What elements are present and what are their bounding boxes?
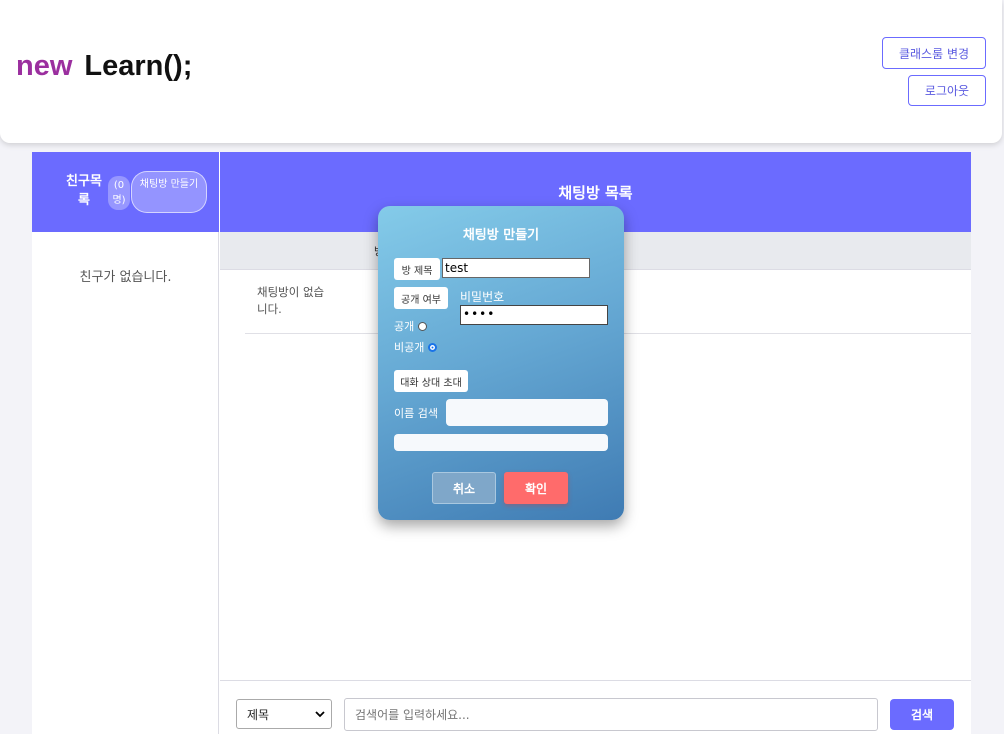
room-title-input[interactable]: test (442, 258, 590, 278)
no-friends-message: 친구가 없습니다. (79, 270, 172, 285)
top-header: new Learn(); 클래스룸 변경 로그아웃 (0, 0, 1002, 143)
no-rooms-message: 채팅방이 없습니다. (257, 285, 325, 316)
room-title-label: 방 제목 (394, 258, 440, 280)
private-option-label: 비공개 (394, 341, 425, 354)
public-option-label: 공개 (394, 320, 415, 333)
public-setting-label: 공개 여부 (394, 287, 448, 309)
private-radio[interactable] (428, 342, 438, 352)
logo-text: Learn(); (84, 50, 193, 82)
friends-header: 친구목록 (0명) 채팅방 만들기 (32, 152, 219, 232)
cancel-button[interactable]: 취소 (432, 472, 496, 504)
confirm-button[interactable]: 확인 (504, 472, 568, 504)
public-radio[interactable] (418, 321, 428, 331)
name-search-label: 이름 검색 (394, 407, 438, 420)
change-classroom-button[interactable]: 클래스룸 변경 (882, 37, 986, 69)
search-results-box (394, 434, 608, 451)
create-room-modal: 채팅방 만들기 방 제목 test 공개 여부 비밀번호 •••• 공개 비공개… (378, 206, 624, 520)
friends-title: 친구목록 (66, 174, 102, 208)
logout-button[interactable]: 로그아웃 (908, 75, 986, 106)
chevron-down-icon (315, 707, 325, 721)
search-button[interactable]: 검색 (890, 699, 954, 730)
friends-count-badge: (0명) (108, 176, 130, 210)
create-room-button[interactable]: 채팅방 만들기 (131, 171, 207, 213)
search-type-value: 제목 (247, 707, 270, 722)
invite-label: 대화 상대 초대 (394, 370, 468, 392)
password-label: 비밀번호 (460, 290, 505, 304)
name-search-input[interactable] (446, 399, 608, 426)
modal-title: 채팅방 만들기 (462, 228, 540, 243)
search-input[interactable] (344, 698, 878, 731)
search-bar: 제목 검색 (220, 680, 971, 734)
app-logo: new Learn(); (16, 50, 192, 83)
friends-sidebar: 친구목록 (0명) 채팅방 만들기 친구가 없습니다. (32, 152, 219, 734)
public-option[interactable]: 공개 (394, 318, 428, 334)
search-type-select[interactable]: 제목 (236, 699, 332, 729)
password-input[interactable]: •••• (460, 305, 608, 325)
private-option[interactable]: 비공개 (394, 339, 438, 355)
logo-keyword: new (16, 50, 73, 82)
